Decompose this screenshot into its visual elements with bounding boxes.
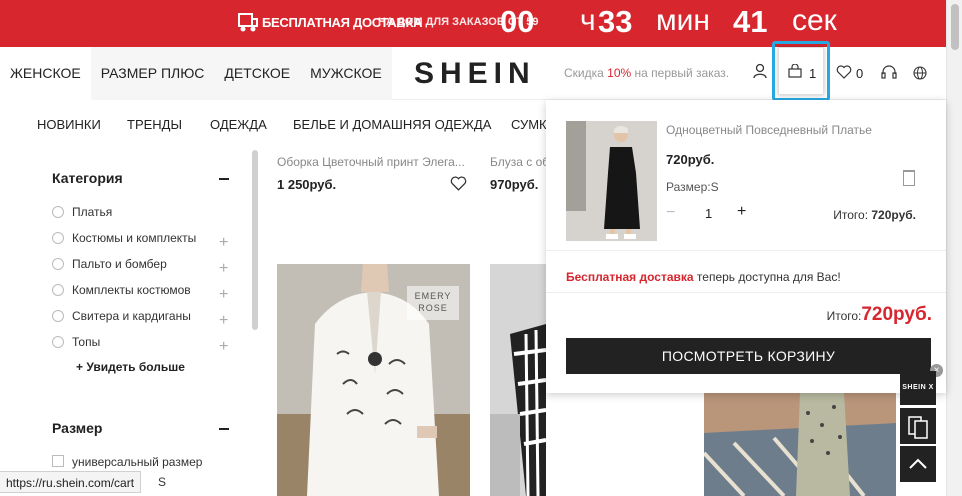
filter-size-s[interactable]: S bbox=[158, 475, 166, 491]
first-order-discount[interactable]: Скидка 10% на первый заказ. bbox=[564, 66, 729, 80]
category-filter-title[interactable]: Категория bbox=[52, 170, 123, 186]
cart-total: Итого:720руб. bbox=[827, 304, 932, 326]
radio-icon[interactable] bbox=[52, 232, 64, 244]
cart-item-image[interactable] bbox=[566, 121, 657, 241]
product-name[interactable]: Оборка Цветочный принт Элега... bbox=[277, 155, 467, 169]
plaid-photo-illustration bbox=[490, 264, 546, 496]
checkbox-icon[interactable] bbox=[52, 455, 64, 467]
nav-new[interactable]: НОВИНКИ bbox=[37, 117, 101, 132]
shopping-bag-icon[interactable] bbox=[788, 64, 802, 78]
radio-icon[interactable] bbox=[52, 336, 64, 348]
cat-women[interactable]: ЖЕНСКОЕ bbox=[0, 47, 91, 100]
filter-label: Свитера и кардиганы bbox=[72, 309, 191, 323]
cart-count: 1 bbox=[809, 66, 817, 81]
nav-clothing[interactable]: ОДЕЖДА bbox=[210, 117, 267, 132]
cat-plus-size[interactable]: РАЗМЕР ПЛЮС bbox=[90, 47, 215, 100]
view-cart-button[interactable]: ПОСМОТРЕТЬ КОРЗИНУ bbox=[566, 338, 931, 374]
cart-item-subtotal: Итого: 720руб. bbox=[833, 208, 916, 222]
globe-icon[interactable] bbox=[913, 66, 927, 80]
subtotal-label: Итого: bbox=[833, 208, 869, 222]
shein-x-button[interactable]: SHEIN X bbox=[900, 371, 936, 405]
headset-icon[interactable] bbox=[881, 65, 897, 80]
free-shipping-highlight: Бесплатная доставка bbox=[566, 270, 694, 284]
radio-icon[interactable] bbox=[52, 206, 64, 218]
sidebar-scrollbar[interactable] bbox=[252, 150, 258, 330]
divider bbox=[546, 292, 946, 293]
site-header: ЖЕНСКОЕ РАЗМЕР ПЛЮС ДЕТСКОЕ МУЖСКОЕ SHEI… bbox=[0, 41, 946, 101]
chevron-up-icon bbox=[909, 458, 927, 469]
subtotal-value: 720руб. bbox=[871, 208, 916, 222]
product-image-polka-dress[interactable] bbox=[704, 393, 896, 496]
timer-hours-unit: ч bbox=[580, 4, 596, 37]
user-icon[interactable] bbox=[753, 63, 767, 79]
see-more-link[interactable]: + Увидеть больше bbox=[76, 360, 185, 374]
nav-lingerie[interactable]: БЕЛЬЕ И ДОМАШНЯЯ ОДЕЖДА bbox=[293, 117, 491, 132]
filter-label: Платья bbox=[72, 205, 113, 219]
status-bar-url: https://ru.shein.com/cart bbox=[0, 471, 142, 493]
discount-prefix: Скидка bbox=[564, 66, 604, 80]
collapse-size-icon[interactable] bbox=[219, 428, 229, 430]
copy-icon bbox=[908, 416, 928, 439]
free-shipping-rest: теперь доступна для Вас! bbox=[696, 270, 841, 284]
scrollbar-thumb[interactable] bbox=[951, 4, 959, 50]
filter-label: Костюмы и комплекты bbox=[72, 231, 197, 245]
radio-icon[interactable] bbox=[52, 258, 64, 270]
trash-icon[interactable] bbox=[903, 170, 915, 186]
filter-label: Топы bbox=[72, 335, 101, 349]
heart-icon[interactable] bbox=[836, 65, 852, 79]
nav-bags[interactable]: СУМК bbox=[511, 117, 547, 132]
timer-minutes: 33 bbox=[598, 4, 633, 39]
page-scrollbar[interactable] bbox=[946, 0, 962, 496]
back-to-top-button[interactable] bbox=[900, 446, 936, 482]
delivery-truck-icon bbox=[238, 13, 258, 32]
expand-plus-icon[interactable]: + bbox=[219, 261, 228, 277]
timer-seconds: 41 bbox=[733, 4, 768, 39]
add-to-wishlist-heart-icon[interactable] bbox=[450, 176, 467, 191]
total-value: 720руб. bbox=[861, 304, 932, 325]
quantity-value[interactable]: 1 bbox=[705, 206, 712, 221]
total-label: Итого: bbox=[826, 309, 862, 323]
cart-dropdown: Одноцветный Повседневный Платье 720руб. … bbox=[546, 100, 946, 393]
gender-categories: ЖЕНСКОЕ РАЗМЕР ПЛЮС ДЕТСКОЕ МУЖСКОЕ bbox=[0, 47, 392, 100]
product-name[interactable]: Блуза с об bbox=[490, 155, 546, 169]
divider bbox=[546, 250, 946, 262]
cart-item-price: 720руб. bbox=[666, 152, 715, 167]
expand-plus-icon[interactable]: + bbox=[219, 287, 228, 303]
compare-button[interactable] bbox=[900, 408, 936, 444]
black-dress-photo-illustration bbox=[566, 121, 657, 241]
product-price: 1 250руб. bbox=[277, 177, 337, 192]
quantity-increase-button[interactable]: + bbox=[737, 203, 746, 221]
polka-photo-illustration bbox=[704, 393, 896, 496]
promo-banner[interactable]: БЕСПЛАТНАЯ ДОСТАВКА НА ДОМ ДЛЯ ЗАКАЗОВ О… bbox=[0, 0, 946, 47]
filter-size-one-size[interactable]: универсальный размер bbox=[72, 455, 202, 471]
brand-watermark: EMERY ROSE bbox=[407, 286, 459, 320]
filter-label: Комплекты костюмов bbox=[72, 283, 191, 297]
quantity-decrease-button[interactable]: − bbox=[666, 204, 675, 222]
size-filter-title[interactable]: Размер bbox=[52, 420, 102, 436]
shein-logo[interactable]: SHEIN bbox=[414, 57, 536, 91]
product-price: 970руб. bbox=[490, 177, 539, 192]
timer-minutes-unit: мин bbox=[656, 4, 710, 37]
radio-icon[interactable] bbox=[52, 284, 64, 296]
discount-suffix: на первый заказ. bbox=[634, 66, 730, 80]
expand-plus-icon[interactable]: + bbox=[219, 339, 228, 355]
filter-sidebar: Категория Платья Костюмы и комплекты + П… bbox=[0, 148, 262, 496]
free-shipping-notice: Бесплатная доставка теперь доступна для … bbox=[566, 270, 841, 284]
timer-seconds-unit: сек bbox=[792, 4, 837, 37]
wishlist-count: 0 bbox=[856, 66, 864, 81]
cat-men[interactable]: МУЖСКОЕ bbox=[300, 47, 392, 100]
filter-label: Пальто и бомбер bbox=[72, 257, 167, 271]
cart-item-name[interactable]: Одноцветный Повседневный Платье bbox=[666, 123, 872, 137]
discount-percent: 10% bbox=[607, 66, 632, 80]
cart-item-size: Размер:S bbox=[666, 180, 719, 194]
cat-kids[interactable]: ДЕТСКОЕ bbox=[214, 47, 301, 100]
expand-plus-icon[interactable]: + bbox=[219, 313, 228, 329]
collapse-category-icon[interactable] bbox=[219, 178, 229, 180]
radio-icon[interactable] bbox=[52, 310, 64, 322]
nav-trends[interactable]: ТРЕНДЫ bbox=[127, 117, 182, 132]
expand-plus-icon[interactable]: + bbox=[219, 235, 228, 251]
product-image-plaid-shirt[interactable] bbox=[490, 264, 546, 496]
product-image-white-blouse[interactable]: EMERY ROSE bbox=[277, 264, 470, 496]
timer-hours: 00 bbox=[500, 4, 535, 39]
